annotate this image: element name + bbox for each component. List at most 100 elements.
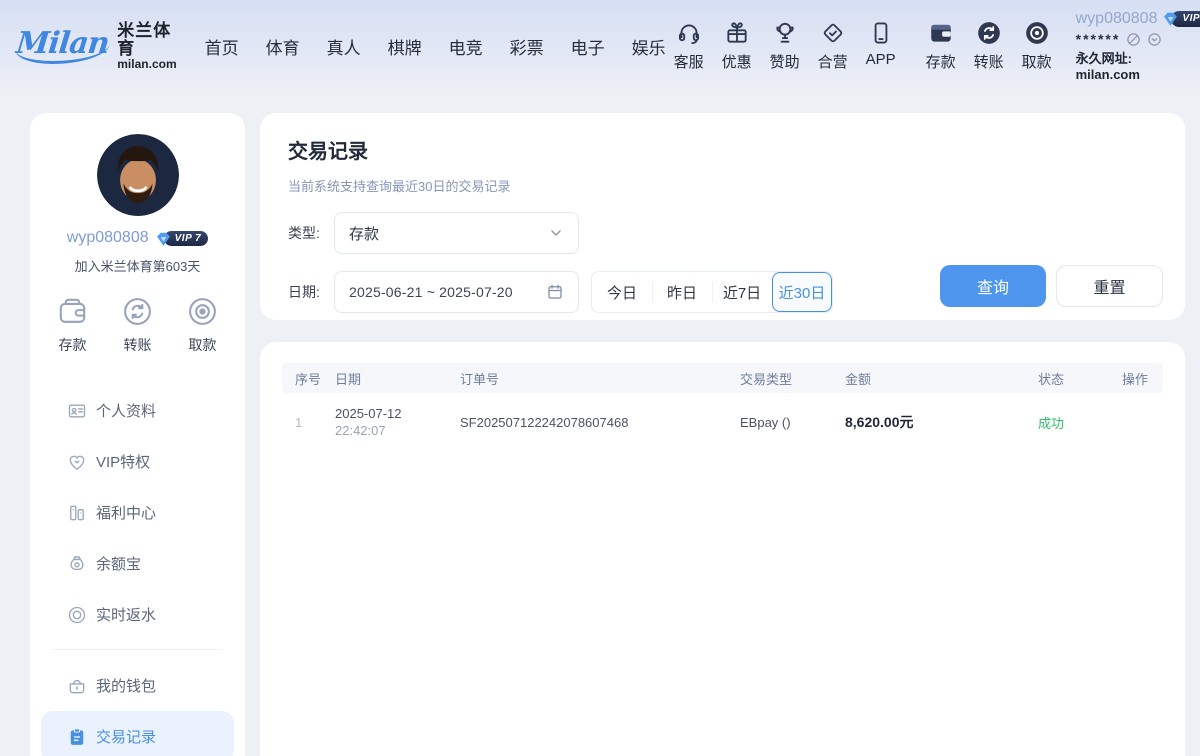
sidebar-item-label: 我的钱包 [96, 675, 156, 696]
brand-logo[interactable]: Milan 米兰体育 milan.com [16, 22, 177, 70]
sidebar-deposit-label: 存款 [59, 335, 87, 355]
logo-cn-text: 米兰体育 [117, 22, 176, 58]
nav-item-home[interactable]: 首页 [205, 34, 239, 59]
calendar-icon [546, 283, 564, 301]
range-yesterday-button[interactable]: 昨日 [652, 272, 712, 312]
row-type: EBpay () [740, 415, 845, 430]
row-status-badge: 成功 [1038, 413, 1122, 432]
customer-service-button[interactable]: 客服 [666, 20, 712, 72]
sponsorship-label: 赞助 [770, 51, 800, 72]
records-table-panel: 序号 日期 订单号 交易类型 金额 状态 操作 1 2025-07-12 22:… [260, 342, 1185, 756]
permanent-url-label: 永久网址: milan.com [1076, 51, 1199, 84]
sidebar-transfer-label: 转账 [124, 335, 152, 355]
purse-icon [67, 676, 87, 696]
header-username[interactable]: wyp080808 [1076, 9, 1158, 29]
profile-sidebar: wyp080808 VIP 7 加入米兰体育第603天 存款 [30, 113, 245, 756]
nav-item-cards[interactable]: 棋牌 [388, 34, 422, 59]
nav-item-entertainment[interactable]: 娱乐 [632, 34, 666, 59]
date-range-input[interactable]: 2025-06-21 ~ 2025-07-20 [334, 271, 579, 313]
row-order-no: SF202507122242078607468 [460, 415, 740, 430]
sponsorship-button[interactable]: 赞助 [762, 20, 808, 72]
col-header-amount: 金额 [845, 369, 1038, 388]
sidebar-item-label: VIP特权 [96, 451, 150, 472]
deposit-wallet-icon [928, 20, 954, 46]
sidebar-avatar[interactable] [97, 134, 179, 216]
nav-item-slots[interactable]: 电子 [571, 34, 605, 59]
date-range-value: 2025-06-21 ~ 2025-07-20 [349, 284, 546, 300]
header-quick-links: 客服 优惠 赞助 [666, 20, 904, 72]
sidebar-item-benefits[interactable]: 福利中心 [41, 487, 234, 538]
withdraw-coin-icon [1024, 20, 1050, 46]
type-select[interactable]: 存款 [334, 212, 579, 254]
query-button[interactable]: 查询 [940, 265, 1046, 307]
date-range-presets: 今日 昨日 近7日 近30日 [591, 271, 833, 313]
withdraw-outline-icon [186, 295, 219, 328]
table-header-row: 序号 日期 订单号 交易类型 金额 状态 操作 [282, 363, 1163, 393]
nav-item-live[interactable]: 真人 [327, 34, 361, 59]
sidebar-item-vip[interactable]: VIP特权 [41, 436, 234, 487]
filter-panel: 交易记录 当前系统支持查询最近30日的交易记录 类型: 存款 日期: 2025-… [260, 113, 1185, 320]
vip-badge: VIP 7 [1162, 11, 1200, 28]
row-date: 2025-07-12 [335, 406, 460, 421]
transaction-record-icon [67, 727, 87, 747]
sidebar-divider [53, 649, 222, 650]
withdraw-label: 取款 [1022, 51, 1052, 72]
chevron-down-icon [548, 225, 564, 241]
expand-balance-icon[interactable] [1147, 32, 1162, 47]
sidebar-transfer-button[interactable]: 转账 [121, 295, 154, 355]
range-today-button[interactable]: 今日 [592, 272, 652, 312]
sidebar-withdraw-button[interactable]: 取款 [186, 295, 219, 355]
nav-item-sports[interactable]: 体育 [266, 34, 300, 59]
deposit-label: 存款 [926, 51, 956, 72]
sidebar-item-yuebao[interactable]: 余额宝 [41, 538, 234, 589]
page-subtitle: 当前系统支持查询最近30日的交易记录 [288, 176, 1163, 195]
sidebar-item-profile[interactable]: 个人资料 [41, 385, 234, 436]
col-header-index: 序号 [295, 369, 335, 388]
hide-balance-icon[interactable] [1126, 32, 1141, 47]
rebate-icon [67, 605, 87, 625]
deposit-button[interactable]: 存款 [918, 20, 964, 72]
logo-script-text: Milan [14, 29, 112, 64]
app-download-button[interactable]: APP [858, 20, 904, 72]
sidebar-item-label: 交易记录 [96, 726, 156, 747]
col-header-action: 操作 [1122, 369, 1150, 388]
affiliate-button[interactable]: 合营 [810, 20, 856, 72]
transfer-icon [976, 20, 1002, 46]
sidebar-item-label: 福利中心 [96, 502, 156, 523]
app-download-label: APP [866, 51, 896, 68]
top-navbar: Milan 米兰体育 milan.com 首页 体育 真人 棋牌 电竞 彩票 电… [0, 0, 1200, 92]
wallet-outline-icon [56, 295, 89, 328]
promotions-button[interactable]: 优惠 [714, 20, 760, 72]
type-label: 类型: [288, 223, 334, 243]
range-7days-button[interactable]: 近7日 [712, 272, 772, 312]
date-label: 日期: [288, 282, 334, 302]
row-amount: 8,620.00元 [845, 412, 1038, 432]
transfer-button[interactable]: 转账 [966, 20, 1012, 72]
handshake-icon [820, 20, 846, 46]
reset-button[interactable]: 重置 [1056, 265, 1163, 307]
vip-gem-icon [155, 231, 172, 248]
col-header-status: 状态 [1038, 369, 1122, 388]
sidebar-username: wyp080808 [67, 229, 149, 247]
sidebar-item-rebate[interactable]: 实时返水 [41, 589, 234, 640]
vip-gem-icon [1162, 11, 1179, 28]
sidebar-deposit-button[interactable]: 存款 [56, 295, 89, 355]
table-row: 1 2025-07-12 22:42:07 SF2025071222420786… [282, 393, 1163, 451]
sidebar-vip-badge: VIP 7 [155, 231, 209, 246]
sidebar-item-label: 个人资料 [96, 400, 156, 421]
main-nav: 首页 体育 真人 棋牌 电竞 彩票 电子 娱乐 [205, 34, 666, 59]
nav-item-lottery[interactable]: 彩票 [510, 34, 544, 59]
sidebar-item-wallet[interactable]: 我的钱包 [41, 660, 234, 711]
promotions-label: 优惠 [722, 51, 752, 72]
benefits-icon [67, 503, 87, 523]
logo-domain-text: milan.com [117, 58, 176, 71]
row-index: 1 [295, 415, 335, 430]
page-title: 交易记录 [288, 135, 1163, 164]
sidebar-quick-actions: 存款 转账 取款 [30, 295, 245, 355]
nav-item-esports[interactable]: 电竞 [449, 34, 483, 59]
id-card-icon [67, 401, 87, 421]
transfer-outline-icon [121, 295, 154, 328]
sidebar-item-transactions[interactable]: 交易记录 [41, 711, 234, 756]
range-30days-button[interactable]: 近30日 [772, 272, 832, 312]
withdraw-button[interactable]: 取款 [1014, 20, 1060, 72]
